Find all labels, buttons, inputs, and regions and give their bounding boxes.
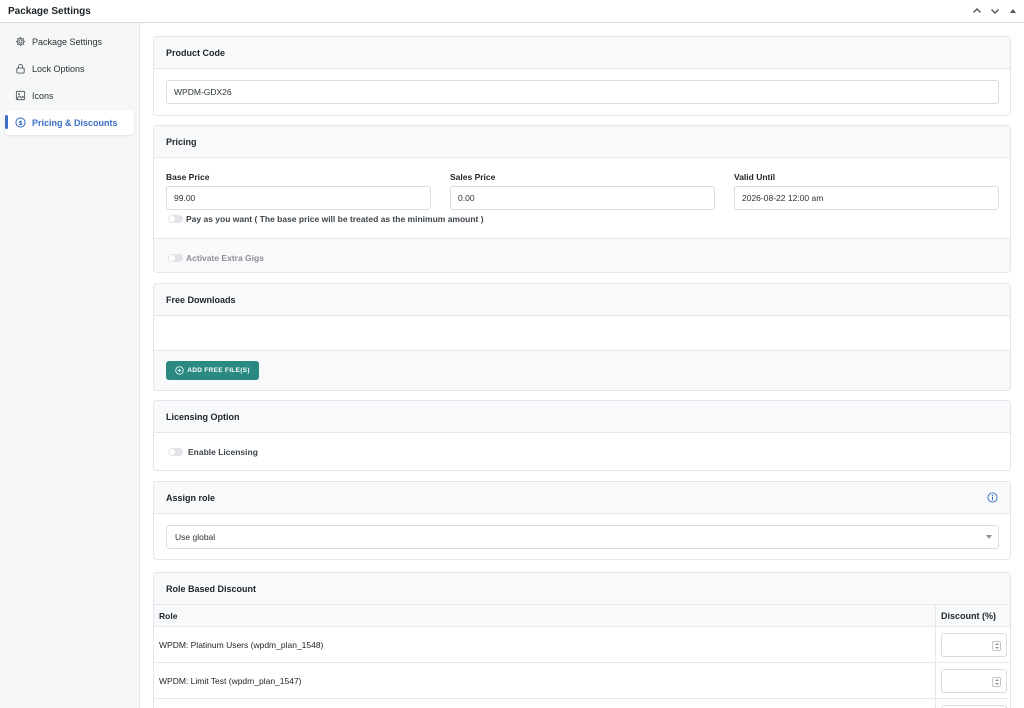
product-code-card: Product Code WPDM-GDX26 xyxy=(153,36,1011,116)
column-header-discount: Discount (%) xyxy=(935,605,1010,626)
role-name: WPDM: Limit Test (wpdm_plan_1547) xyxy=(159,675,302,686)
discount-cell xyxy=(935,699,1010,708)
card-title: Free Downloads xyxy=(154,284,1010,316)
table-row xyxy=(154,699,1010,708)
base-price-label: Base Price xyxy=(166,172,210,182)
discount-cell xyxy=(935,627,1010,662)
discount-input[interactable] xyxy=(941,704,1007,708)
svg-text:$: $ xyxy=(18,119,23,127)
table-row: WPDM: Platinum Users (wpdm_plan_1548) xyxy=(154,627,1010,663)
panel-title: Package Settings xyxy=(8,6,91,17)
discount-cell xyxy=(935,663,1010,698)
valid-until-input[interactable]: 2026-08-22 12:00 am xyxy=(734,186,999,210)
card-title: Assign role xyxy=(154,482,1010,514)
move-down-button[interactable] xyxy=(988,4,1002,18)
sales-price-label: Sales Price xyxy=(450,172,496,182)
free-files-list xyxy=(154,317,1010,351)
sidebar-item-label: Lock Options xyxy=(32,63,85,74)
column-header-role: Role xyxy=(159,610,178,621)
image-icon xyxy=(15,90,26,101)
sidebar-item-label: Icons xyxy=(32,90,54,101)
extra-gigs-toggle[interactable] xyxy=(168,254,183,262)
settings-sidebar: Package Settings Lock Options Icons $ Pr… xyxy=(0,23,140,708)
sidebar-item-label: Package Settings xyxy=(32,36,103,47)
move-up-button[interactable] xyxy=(970,4,984,18)
chevron-up-icon xyxy=(973,8,981,13)
role-discount-table: Role Discount (%) WPDM: Platinum Users (… xyxy=(154,605,1010,708)
sidebar-item-icons[interactable]: Icons xyxy=(5,83,134,108)
free-downloads-card: Free Downloads ADD FREE FILE(S) xyxy=(153,283,1011,391)
card-title: Product Code xyxy=(154,37,1010,69)
role-discount-card: Role Based Discount Role Discount (%) WP… xyxy=(153,572,1011,708)
card-title: Role Based Discount xyxy=(154,573,1010,605)
sidebar-item-lock-options[interactable]: Lock Options xyxy=(5,56,134,81)
gear-icon xyxy=(15,36,26,47)
assign-role-select[interactable]: Use global xyxy=(166,525,999,549)
panel-controls xyxy=(970,4,1020,18)
extra-gigs-row: Activate Extra Gigs xyxy=(154,238,1010,272)
licensing-card: Licensing Option Enable Licensing xyxy=(153,400,1011,471)
assign-role-title: Assign role xyxy=(166,492,216,503)
role-name: WPDM: Platinum Users (wpdm_plan_1548) xyxy=(159,639,324,650)
info-icon[interactable] xyxy=(987,492,998,503)
lock-icon xyxy=(15,63,26,74)
plus-circle-icon xyxy=(175,366,184,375)
discount-input[interactable] xyxy=(941,632,1007,657)
sales-price-input[interactable]: 0.00 xyxy=(450,186,715,210)
discount-input[interactable] xyxy=(941,668,1007,693)
sidebar-item-package-settings[interactable]: Package Settings xyxy=(5,29,134,54)
collapse-button[interactable] xyxy=(1006,4,1020,18)
enable-licensing-toggle[interactable] xyxy=(168,448,183,456)
assign-role-card: Assign role Use global xyxy=(153,481,1011,560)
pricing-card: Pricing Base Price 99.00 Sales Price 0.0… xyxy=(153,125,1011,273)
add-free-files-label: ADD FREE FILE(S) xyxy=(187,367,250,374)
assign-role-selected: Use global xyxy=(175,532,216,542)
sidebar-item-pricing-discounts[interactable]: $ Pricing & Discounts xyxy=(5,110,134,135)
card-title: Pricing xyxy=(154,126,1010,158)
valid-until-label: Valid Until xyxy=(734,172,776,182)
spinner-icon[interactable] xyxy=(992,676,1001,687)
table-row: WPDM: Limit Test (wpdm_plan_1547) xyxy=(154,663,1010,699)
panel-header: Package Settings xyxy=(0,0,1024,23)
card-title: Licensing Option xyxy=(154,401,1010,433)
enable-licensing-label: Enable Licensing xyxy=(188,447,258,457)
pay-as-you-want-label: Pay as you want ( The base price will be… xyxy=(186,214,484,224)
chevron-down-icon xyxy=(991,9,999,14)
caret-up-icon xyxy=(1010,9,1016,13)
add-free-files-button[interactable]: ADD FREE FILE(S) xyxy=(166,361,259,380)
extra-gigs-label: Activate Extra Gigs xyxy=(186,253,264,263)
table-header-row: Role Discount (%) xyxy=(154,605,1010,627)
caret-down-icon xyxy=(986,535,992,539)
dollar-circle-icon: $ xyxy=(15,117,26,128)
sidebar-item-label: Pricing & Discounts xyxy=(32,117,118,128)
base-price-input[interactable]: 99.00 xyxy=(166,186,431,210)
spinner-icon[interactable] xyxy=(992,640,1001,651)
product-code-input[interactable]: WPDM-GDX26 xyxy=(166,80,999,104)
pay-as-you-want-toggle[interactable] xyxy=(168,215,183,223)
